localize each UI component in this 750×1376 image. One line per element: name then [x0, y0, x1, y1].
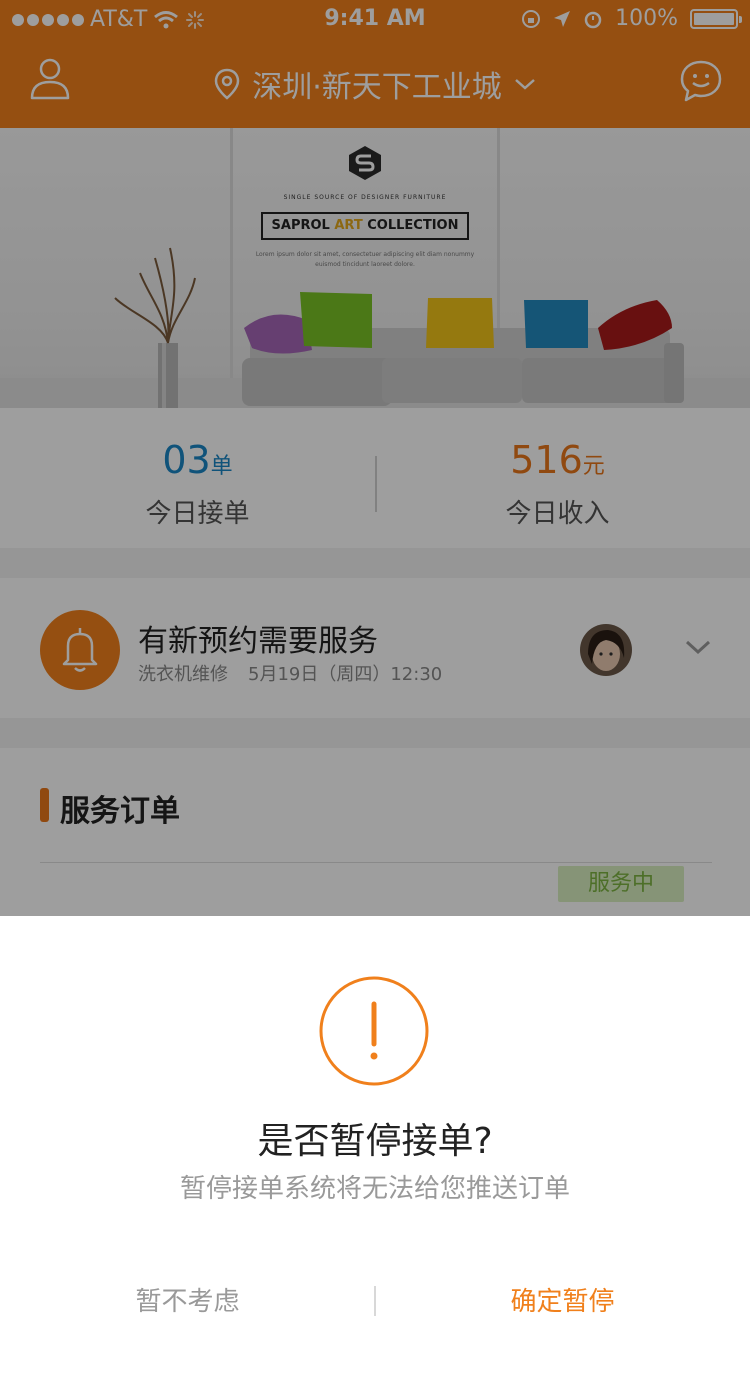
dialog-message: 暂停接单系统将无法给您推送订单	[179, 1174, 570, 1204]
cancel-button[interactable]: 暂不考虑	[0, 1280, 375, 1324]
app-screen: AT&T 9:41 AM 100% 深圳·新天下工业城 SINGLE SOURC…	[0, 0, 750, 1376]
dialog-title: 是否暂停接单?	[257, 1121, 493, 1162]
warning-icon	[319, 976, 429, 1086]
pause-orders-dialog: 是否暂停接单? 暂停接单系统将无法给您推送订单 暂不考虑 确定暂停	[0, 916, 750, 1376]
modal-overlay[interactable]	[0, 0, 750, 916]
confirm-pause-button[interactable]: 确定暂停	[375, 1280, 750, 1324]
